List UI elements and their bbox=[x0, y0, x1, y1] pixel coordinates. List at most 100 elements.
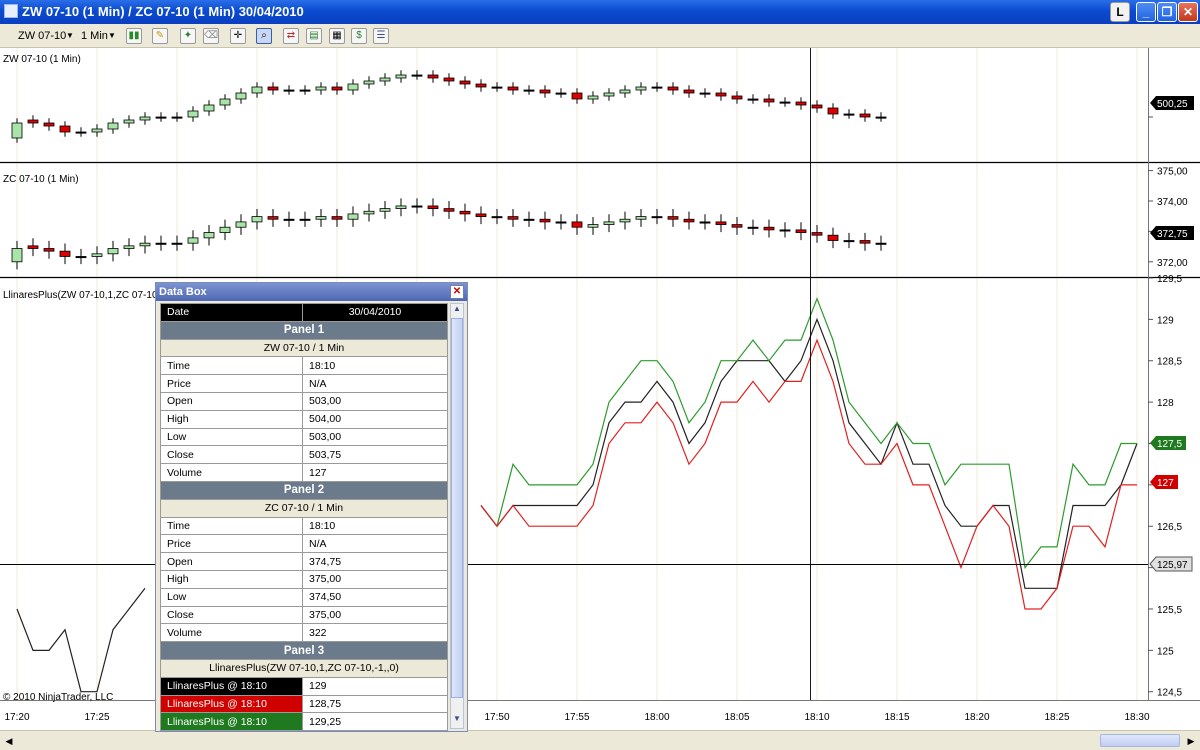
candle-body bbox=[555, 92, 567, 95]
chevron-down-icon[interactable]: ▼ bbox=[108, 28, 116, 44]
candle-body bbox=[587, 95, 599, 100]
candle-body bbox=[475, 83, 487, 88]
candle-body bbox=[571, 221, 583, 228]
candle-body bbox=[779, 229, 791, 232]
app-icon bbox=[4, 4, 18, 18]
instrument-selector[interactable]: ZW 07-10 bbox=[18, 28, 66, 44]
data-value: 128,75 bbox=[302, 694, 448, 714]
candle-body bbox=[379, 77, 391, 82]
y-tick-label: 125,5 bbox=[1157, 605, 1182, 616]
title-bar: ZW 07-10 (1 Min) / ZC 07-10 (1 Min) 30/0… bbox=[0, 0, 1200, 24]
data-label: LlinaresPlus @ 18:10 bbox=[160, 712, 303, 732]
data-value: 503,75 bbox=[302, 445, 448, 465]
svg-text:500,25: 500,25 bbox=[1157, 99, 1188, 110]
data-box-table: Date 30/04/2010 Panel 1 ZW 07-10 / 1 Min Tim… bbox=[160, 303, 448, 732]
data-label: Time bbox=[160, 356, 303, 376]
data-label: Close bbox=[160, 605, 303, 625]
panel1-label: ZW 07-10 (1 Min) bbox=[3, 54, 81, 65]
crosshair-price-label: 125,97 bbox=[1149, 556, 1193, 572]
scroll-down-icon[interactable]: ▼ bbox=[451, 714, 463, 726]
panel-subheader: ZC 07-10 / 1 Min bbox=[160, 498, 448, 518]
candle-body bbox=[59, 250, 71, 257]
candle-body bbox=[203, 104, 215, 112]
x-tick-label: 18:00 bbox=[644, 712, 669, 723]
candle-body bbox=[539, 218, 551, 223]
candle-body bbox=[539, 89, 551, 94]
y-tick-label: 124,5 bbox=[1157, 688, 1182, 699]
data-box-window[interactable]: Data Box ✕ Date 30/04/2010 Panel 1 ZW 07-10… bbox=[155, 282, 468, 732]
candle-body bbox=[523, 218, 535, 221]
candle-body bbox=[155, 242, 167, 245]
chart-toolbar: ZW 07-10 ▼ 1 Min ▼ ▮▮ ✎ ✦ ⌫ ✛ ⌕ ⇄ ▤ ▦ $ … bbox=[0, 24, 1200, 48]
candle-body bbox=[299, 218, 311, 221]
properties-icon[interactable]: $ bbox=[351, 28, 367, 44]
y-tick-label: 128 bbox=[1157, 398, 1174, 409]
candle-body bbox=[491, 216, 503, 219]
candle-body bbox=[171, 242, 183, 245]
candle-body bbox=[91, 128, 103, 133]
data-box-title[interactable]: Data Box bbox=[156, 283, 467, 301]
candle-body bbox=[171, 116, 183, 119]
candle-body bbox=[139, 116, 151, 121]
candle-body bbox=[875, 242, 887, 245]
chevron-down-icon[interactable]: ▼ bbox=[66, 28, 74, 44]
eraser-icon[interactable]: ⌫ bbox=[203, 28, 219, 44]
candle-body bbox=[27, 119, 39, 124]
candle-body bbox=[283, 218, 295, 221]
data-box-scrollbar[interactable]: ▲ ▼ bbox=[450, 303, 464, 729]
close-button[interactable]: ✕ bbox=[1178, 2, 1198, 22]
candle-body bbox=[843, 113, 855, 116]
candle-body bbox=[331, 216, 343, 220]
data-label: Low bbox=[160, 427, 303, 447]
y-tick-label: 128,5 bbox=[1157, 357, 1182, 368]
candle-body bbox=[699, 92, 711, 95]
candle-body bbox=[43, 248, 55, 252]
maximize-button[interactable]: ❐ bbox=[1157, 2, 1177, 22]
horizontal-scrollbar[interactable]: ◀ ▶ bbox=[0, 730, 1200, 750]
y-tick-label: 129 bbox=[1157, 315, 1174, 326]
chart-trader-icon[interactable]: ▤ bbox=[306, 28, 322, 44]
scroll-thumb[interactable] bbox=[1100, 734, 1180, 747]
candle-body bbox=[459, 80, 471, 85]
candle-body bbox=[27, 245, 39, 249]
candle-body bbox=[459, 210, 471, 215]
candle-body bbox=[507, 216, 519, 220]
panel2-current-price-label: 372,75 bbox=[1150, 226, 1194, 240]
pencil-icon[interactable]: ✎ bbox=[152, 28, 168, 44]
strategy-icon[interactable]: ⇄ bbox=[283, 28, 299, 44]
x-tick-label: 17:50 bbox=[484, 712, 509, 723]
y-tick-label: 125 bbox=[1157, 646, 1174, 657]
bar-chart-icon[interactable]: ▮▮ bbox=[126, 28, 142, 44]
candle-body bbox=[75, 256, 87, 259]
close-icon[interactable]: ✕ bbox=[450, 285, 464, 299]
template-icon[interactable]: ▦ bbox=[329, 28, 345, 44]
interval-selector[interactable]: 1 Min bbox=[81, 28, 108, 44]
candle-body bbox=[619, 89, 631, 94]
panel-header: Panel 1 bbox=[160, 320, 448, 340]
zoom-icon[interactable]: ⌕ bbox=[256, 28, 272, 44]
crosshair-icon[interactable]: ✛ bbox=[230, 28, 246, 44]
candle-body bbox=[315, 86, 327, 91]
magic-wand-icon[interactable]: ✦ bbox=[180, 28, 196, 44]
data-label: High bbox=[160, 409, 303, 429]
candle-body bbox=[107, 122, 119, 130]
scroll-up-icon[interactable]: ▲ bbox=[451, 304, 463, 316]
data-value: 503,00 bbox=[302, 427, 448, 447]
candle-body bbox=[699, 221, 711, 224]
scroll-left-icon[interactable]: ◀ bbox=[2, 734, 16, 748]
candle-body bbox=[555, 221, 567, 224]
candle-body bbox=[235, 221, 247, 228]
panel-subheader: ZW 07-10 / 1 Min bbox=[160, 338, 448, 358]
candle-body bbox=[155, 116, 167, 119]
data-value: 374,50 bbox=[302, 587, 448, 607]
minimize-button[interactable]: _ bbox=[1136, 2, 1156, 22]
link-button[interactable]: L bbox=[1110, 2, 1130, 22]
data-value: 127 bbox=[302, 463, 448, 482]
candle-body bbox=[251, 86, 263, 94]
scroll-thumb[interactable] bbox=[451, 318, 463, 698]
candle-body bbox=[763, 226, 775, 231]
candle-body bbox=[507, 86, 519, 91]
scroll-right-icon[interactable]: ▶ bbox=[1184, 734, 1198, 748]
data-box-icon[interactable]: ☰ bbox=[373, 28, 389, 44]
copyright: © 2010 NinjaTrader, LLC bbox=[3, 692, 113, 703]
